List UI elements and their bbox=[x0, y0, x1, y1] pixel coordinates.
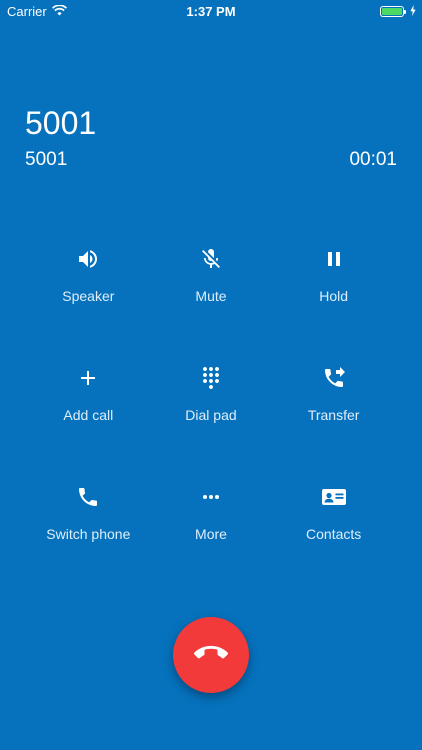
transfer-button[interactable]: Transfer bbox=[272, 364, 395, 483]
more-horizontal-icon bbox=[197, 483, 225, 511]
call-controls: Speaker Mute Hold Add call Dial pad Tran… bbox=[27, 245, 395, 602]
battery-fill bbox=[382, 8, 402, 15]
phone-forward-icon bbox=[320, 364, 348, 392]
caller-name: 5001 bbox=[25, 105, 97, 141]
end-call-button[interactable] bbox=[173, 617, 249, 693]
call-end-icon bbox=[194, 636, 228, 675]
status-time: 1:37 PM bbox=[186, 4, 236, 19]
contact-card-icon bbox=[320, 483, 348, 511]
speaker-icon bbox=[74, 245, 102, 273]
mute-button[interactable]: Mute bbox=[150, 245, 273, 364]
add-call-label: Add call bbox=[63, 407, 114, 423]
pause-icon bbox=[320, 245, 348, 273]
controls-row-3: Switch phone More Contacts bbox=[27, 483, 395, 602]
dial-pad-button[interactable]: Dial pad bbox=[150, 364, 273, 483]
controls-row-1: Speaker Mute Hold bbox=[27, 245, 395, 364]
battery-indicator bbox=[380, 4, 416, 19]
caller-number: 5001 bbox=[25, 149, 68, 170]
contacts-label: Contacts bbox=[306, 526, 362, 542]
transfer-label: Transfer bbox=[307, 407, 360, 423]
phone-icon bbox=[74, 483, 102, 511]
mute-label: Mute bbox=[195, 288, 227, 304]
call-timer: 00:01 bbox=[349, 149, 397, 170]
contacts-button[interactable]: Contacts bbox=[272, 483, 395, 602]
mic-off-icon bbox=[197, 245, 225, 273]
more-button[interactable]: More bbox=[150, 483, 273, 602]
dial-pad-label: Dial pad bbox=[185, 407, 237, 423]
speaker-button[interactable]: Speaker bbox=[27, 245, 150, 364]
switch-phone-button[interactable]: Switch phone bbox=[27, 483, 150, 602]
charging-bolt-icon bbox=[410, 4, 416, 19]
plus-icon bbox=[74, 364, 102, 392]
add-call-button[interactable]: Add call bbox=[27, 364, 150, 483]
battery-icon bbox=[380, 6, 406, 17]
switch-phone-label: Switch phone bbox=[46, 526, 131, 542]
dialpad-icon bbox=[197, 364, 225, 392]
hold-label: Hold bbox=[319, 288, 349, 304]
hold-button[interactable]: Hold bbox=[272, 245, 395, 364]
more-label: More bbox=[195, 526, 227, 542]
speaker-label: Speaker bbox=[62, 288, 115, 304]
controls-row-2: Add call Dial pad Transfer bbox=[27, 364, 395, 483]
status-bar: Carrier 1:37 PM bbox=[0, 0, 422, 22]
